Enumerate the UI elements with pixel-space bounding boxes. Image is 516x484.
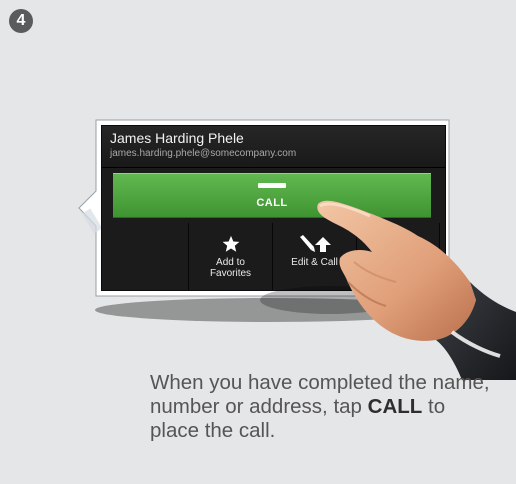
pointing-hand-icon	[260, 200, 516, 380]
instruction-text: When you have completed the name, number…	[150, 371, 490, 443]
instruction-call-emphasis: CALL	[367, 395, 423, 418]
